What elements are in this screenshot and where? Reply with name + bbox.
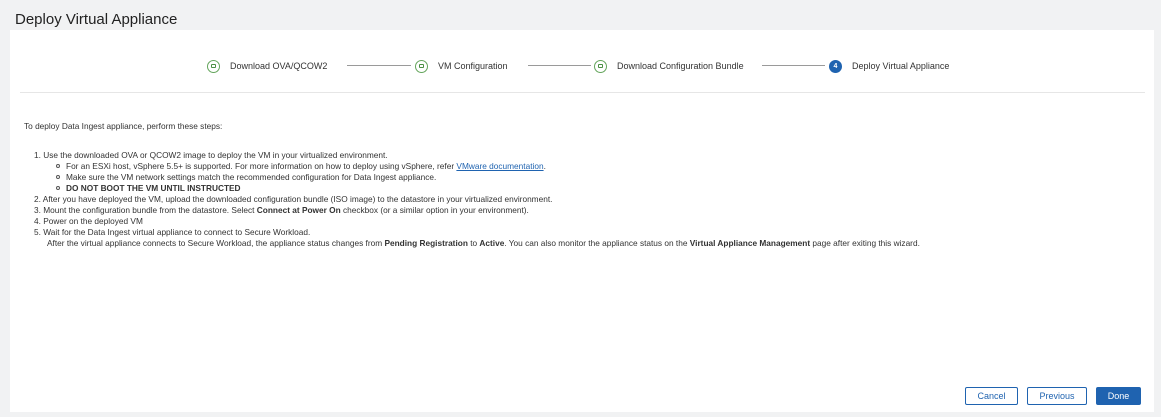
step-connector [762, 65, 825, 66]
step-number-badge: 4 [829, 59, 842, 73]
wizard-panel: Download OVA/QCOW2 VM Configuration Down… [10, 30, 1154, 412]
step-vm-configuration[interactable]: VM Configuration [415, 58, 508, 74]
check-square-icon [415, 59, 428, 73]
cancel-button[interactable]: Cancel [965, 387, 1018, 405]
bullet-icon [56, 164, 60, 168]
vmware-documentation-link[interactable]: VMware documentation [456, 161, 543, 171]
step-connector [528, 65, 591, 66]
step-download-config-bundle[interactable]: Download Configuration Bundle [594, 58, 744, 74]
step-deploy-virtual-appliance[interactable]: 4 Deploy Virtual Appliance [829, 58, 949, 74]
step-download-ova[interactable]: Download OVA/QCOW2 [207, 58, 327, 74]
list-item: DO NOT BOOT THE VM UNTIL INSTRUCTED [56, 183, 241, 193]
wizard-stepper: Download OVA/QCOW2 VM Configuration Down… [10, 58, 1154, 74]
list-item: 5. Wait for the Data Ingest virtual appl… [34, 227, 311, 237]
check-square-icon [207, 59, 220, 73]
list-item-detail: After the virtual appliance connects to … [47, 238, 920, 248]
list-item: 4. Power on the deployed VM [34, 216, 143, 226]
list-item: 2. After you have deployed the VM, uploa… [34, 194, 553, 204]
list-item: For an ESXi host, vSphere 5.5+ is suppor… [56, 161, 546, 171]
list-item: Make sure the VM network settings match … [56, 172, 436, 182]
stepper-divider [20, 92, 1145, 93]
bullet-icon [56, 186, 60, 190]
previous-button[interactable]: Previous [1027, 387, 1087, 405]
instructions-intro: To deploy Data Ingest appliance, perform… [24, 121, 223, 131]
bullet-icon [56, 175, 60, 179]
step-label: Download OVA/QCOW2 [230, 61, 328, 71]
done-button[interactable]: Done [1096, 387, 1141, 405]
step-label: Deploy Virtual Appliance [852, 61, 950, 71]
step-label: VM Configuration [438, 61, 508, 71]
step-label: Download Configuration Bundle [617, 61, 744, 71]
list-item: 1. Use the downloaded OVA or QCOW2 image… [34, 150, 388, 160]
check-square-icon [594, 59, 607, 73]
step-connector [347, 65, 411, 66]
page-title: Deploy Virtual Appliance [15, 11, 178, 28]
list-item: 3. Mount the configuration bundle from t… [34, 205, 529, 215]
